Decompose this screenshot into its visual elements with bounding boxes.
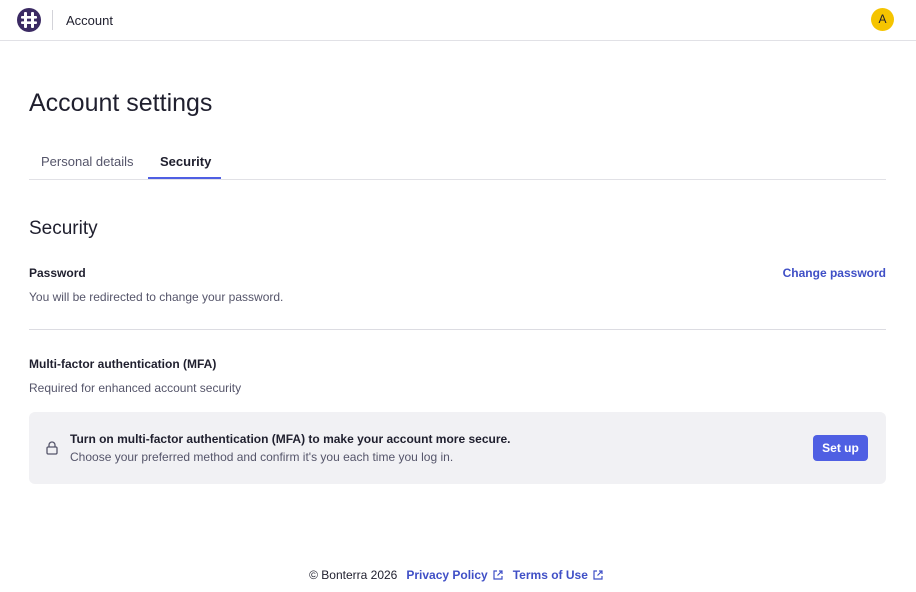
copyright-text: © Bonterra 2026 (309, 568, 398, 582)
lock-icon (46, 441, 58, 455)
app-title: Account (66, 13, 113, 28)
password-description: You will be redirected to change your pa… (29, 290, 284, 304)
privacy-policy-label: Privacy Policy (406, 568, 488, 582)
mfa-label: Multi-factor authentication (MFA) (29, 357, 217, 371)
change-password-link[interactable]: Change password (783, 266, 886, 280)
top-bar: Account A (0, 0, 916, 41)
terms-of-use-link[interactable]: Terms of Use (513, 568, 603, 582)
mfa-banner-text: Choose your preferred method and confirm… (70, 450, 454, 464)
avatar[interactable]: A (871, 8, 894, 31)
settings-tabs: Personal details Security (29, 146, 886, 180)
section-title-security: Security (29, 218, 98, 239)
mfa-description: Required for enhanced account security (29, 381, 242, 395)
page-title: Account settings (29, 89, 213, 117)
tab-personal-details[interactable]: Personal details (41, 154, 134, 180)
mfa-banner-title: Turn on multi-factor authentication (MFA… (70, 432, 511, 446)
setup-mfa-button[interactable]: Set up (813, 435, 868, 461)
privacy-policy-link[interactable]: Privacy Policy (406, 568, 503, 582)
external-link-icon (493, 570, 503, 580)
active-tab-indicator (148, 177, 221, 179)
password-label: Password (29, 266, 86, 280)
mfa-banner: Turn on multi-factor authentication (MFA… (29, 412, 886, 484)
header-divider (52, 10, 53, 30)
section-divider (29, 329, 886, 330)
footer: © Bonterra 2026 Privacy Policy Terms of … (0, 568, 916, 582)
external-link-icon (593, 570, 603, 580)
terms-of-use-label: Terms of Use (512, 568, 588, 582)
bonterra-logo-icon[interactable] (17, 8, 41, 32)
